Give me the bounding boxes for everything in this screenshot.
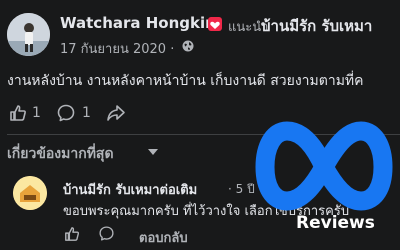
reply-button[interactable]: ตอบกลับ [139, 227, 188, 248]
share-icon[interactable] [106, 104, 126, 122]
chevron-down-icon[interactable] [148, 149, 158, 155]
globe-icon [182, 40, 194, 52]
post-date[interactable]: 17 กันยายน 2020 · [60, 38, 174, 59]
recommend-icon [208, 17, 222, 31]
comment-icon[interactable] [56, 103, 76, 123]
post-header: Watchara Hongkim แนะนำ บ้านมีรัก รับเหมา… [0, 0, 400, 62]
reviews-label: Reviews [296, 213, 375, 233]
comment-count: 1 [82, 105, 91, 121]
comment-sort-label[interactable]: เกี่ยวข้องมากที่สุด [7, 143, 114, 165]
reply-avatar[interactable] [13, 176, 47, 210]
like-icon[interactable] [64, 226, 80, 242]
like-count: 1 [32, 105, 41, 121]
avatar[interactable] [7, 13, 50, 56]
author-name[interactable]: Watchara Hongkim [60, 14, 221, 32]
comment-icon[interactable] [98, 225, 115, 242]
meta-logo [255, 121, 393, 211]
reply-author[interactable]: บ้านมีรัก รับเหมาต่อเติม [63, 179, 197, 200]
reply-time[interactable]: · 5 ปี [228, 180, 255, 199]
page-name[interactable]: บ้านมีรัก รับเหมา [261, 14, 372, 38]
like-icon[interactable] [9, 104, 27, 122]
post-text: งานหลังบ้าน งานหลังคาหน้าบ้าน เก็บงานดี … [7, 73, 364, 89]
